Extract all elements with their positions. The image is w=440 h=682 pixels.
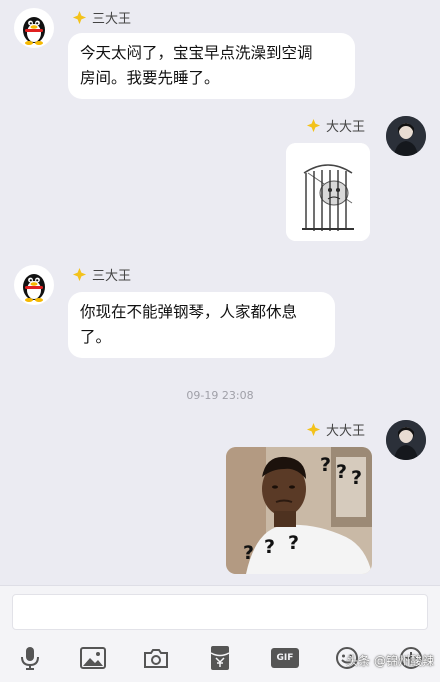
user-photo-icon <box>386 116 426 156</box>
sticker-image[interactable] <box>286 143 370 241</box>
sender-name-label: 大大王 <box>326 424 366 439</box>
question-mark: ? <box>336 461 348 483</box>
avatar-self[interactable] <box>386 116 426 156</box>
sender-name-label: 三大王 <box>92 269 132 284</box>
message-timestamp: 09-19 23:08 <box>186 389 254 402</box>
penguin-icon <box>23 274 45 302</box>
sender-name-label: 三大王 <box>92 12 132 27</box>
message-input[interactable] <box>12 594 428 630</box>
sender-name: 三大王 <box>72 265 131 284</box>
red-packet-icon[interactable] <box>207 645 233 671</box>
avatar-self[interactable] <box>386 420 426 460</box>
message-line: 房间。我要先睡了。 <box>80 69 220 87</box>
penguin-icon <box>23 17 45 45</box>
crown-badge-icon <box>72 267 87 282</box>
camera-icon[interactable] <box>143 645 169 671</box>
message-line: 了。 <box>80 328 112 346</box>
meme-image[interactable]: ? ? ? ? ? ? <box>226 447 372 574</box>
avatar-sender-left[interactable] <box>14 265 54 305</box>
microphone-icon[interactable] <box>17 645 43 671</box>
message-line: 今天太闷了，宝宝早点洗澡到空调 <box>80 44 313 62</box>
question-mark: ? <box>351 467 363 489</box>
message-bubble[interactable]: 你现在不能弹钢琴，人家都休息 了。 <box>68 292 335 358</box>
question-mark: ? <box>288 532 300 554</box>
gif-label: GIF <box>271 648 299 668</box>
image-icon[interactable] <box>80 645 106 671</box>
message-bubble[interactable]: 今天太闷了，宝宝早点洗澡到空调 房间。我要先睡了。 <box>68 33 355 99</box>
caged-cartoon-sticker <box>286 143 370 241</box>
message-line: 你现在不能弹钢琴，人家都休息 <box>80 303 298 321</box>
crown-badge-icon <box>72 10 87 25</box>
question-mark: ? <box>243 542 255 564</box>
sender-name: 大大王 <box>306 420 365 439</box>
sender-name: 三大王 <box>72 8 131 27</box>
question-mark: ? <box>264 536 276 558</box>
sender-name: 大大王 <box>306 116 365 135</box>
crown-badge-icon <box>306 422 321 437</box>
question-mark: ? <box>320 454 332 476</box>
user-photo-icon <box>386 420 426 460</box>
watermark: 头条 @锦州酸辣 <box>346 654 434 668</box>
sender-name-label: 大大王 <box>326 120 366 135</box>
crown-badge-icon <box>306 118 321 133</box>
gif-icon[interactable]: GIF <box>270 645 300 671</box>
avatar-sender-left[interactable] <box>14 8 54 48</box>
